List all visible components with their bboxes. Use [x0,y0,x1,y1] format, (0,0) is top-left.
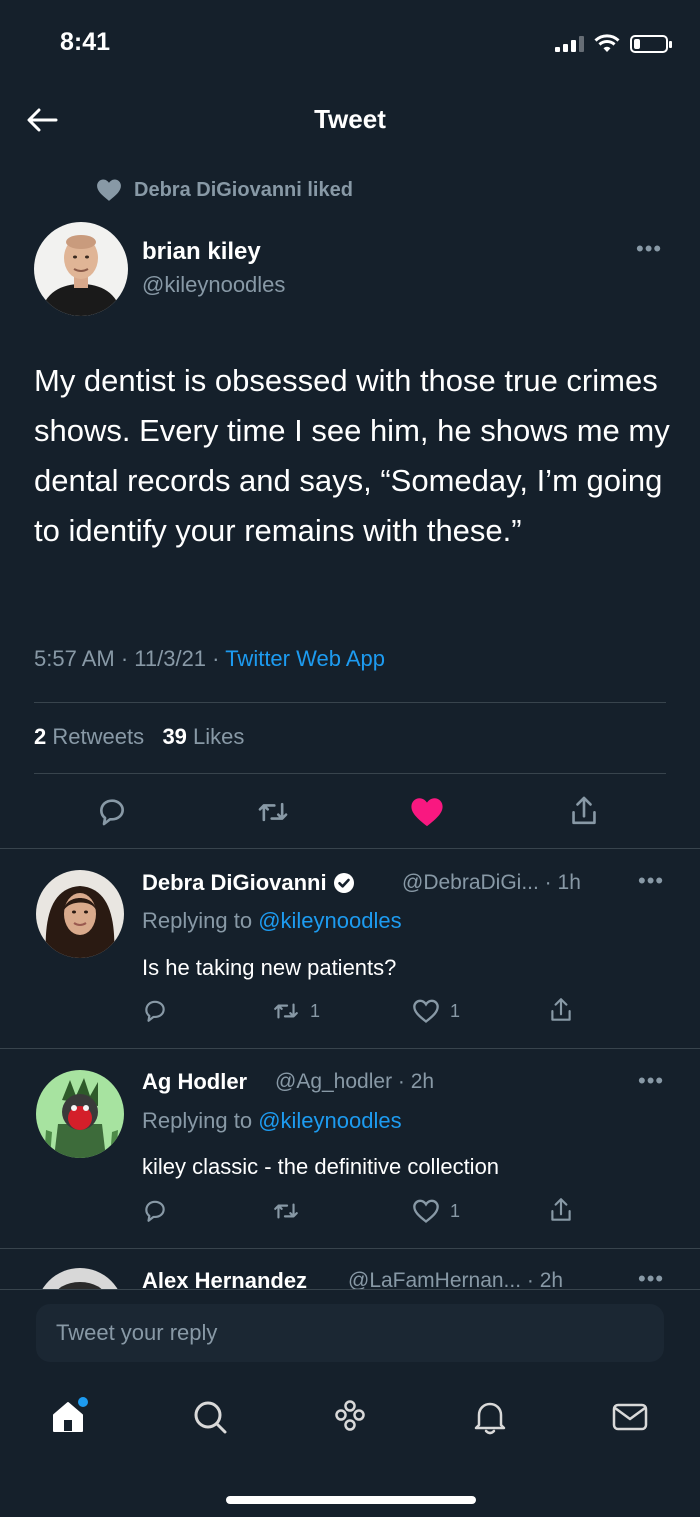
retweet-button[interactable]: 1 [272,998,320,1024]
divider [34,702,666,703]
verified-badge-icon [333,873,354,893]
status-time: 8:41 [60,28,111,56]
heart-icon [97,179,121,201]
home-indicator[interactable] [226,1496,476,1504]
author-handle[interactable]: @kileynoodles [142,272,285,298]
reply-button[interactable] [142,1198,168,1224]
notifications-icon [474,1402,506,1435]
reply-author-name[interactable]: Ag Hodler [142,1069,247,1095]
share-icon [572,796,596,825]
divider [0,1048,700,1049]
divider [0,1248,700,1249]
search-icon [194,1401,227,1434]
status-icons [555,34,672,54]
tweet-meta: 5:57 AM · 11/3/21 · Twitter Web App [34,646,385,672]
avatar[interactable] [36,870,124,958]
replying-to: Replying to @kileynoodles [142,908,402,933]
social-context[interactable]: Debra DiGiovanni liked [96,178,353,202]
divider [0,848,700,849]
divider [34,773,666,774]
reply-text: kiley classic - the definitive collectio… [142,1154,500,1179]
share-button[interactable] [548,996,574,1024]
spaces-tab[interactable] [328,1395,372,1439]
reply-meta: @DebraDiGi... · 1h [402,871,581,894]
retweet-icon [258,802,288,822]
retweets-stat[interactable]: 2 Retweets [34,724,144,749]
author-name[interactable]: brian kiley [142,238,261,266]
reply-meta: @Ag_hodler · 2h [275,1070,435,1093]
like-button[interactable]: 1 [412,998,460,1024]
tweet-timestamp: 5:57 AM · 11/3/21 · [34,646,226,671]
reply-text: Is he taking new patients? [142,955,397,980]
reply-button[interactable] [96,796,128,828]
likes-count: 39 [162,724,187,749]
replying-to: Replying to @kileynoodles [142,1108,402,1133]
retweet-icon [274,1003,298,1019]
reply-icon [145,1200,165,1222]
cellular-signal-icon [555,36,584,52]
avatar[interactable] [36,1268,124,1290]
more-options-icon[interactable]: ••• [638,1266,664,1290]
reply-meta: @LaFamHernan... · 2h [348,1269,564,1290]
mention-link[interactable]: @kileynoodles [258,1108,401,1133]
status-bar: 8:41 [0,0,700,90]
reply-tweet[interactable]: Alex Hernandez @LaFamHernan... · 2h ••• [0,1252,700,1290]
messages-tab[interactable] [608,1395,652,1439]
reply-input[interactable] [36,1304,664,1362]
reply-icon [100,799,124,826]
messages-icon [612,1403,648,1431]
like-icon [413,999,439,1023]
like-button[interactable]: 1 [412,1198,460,1224]
mention-link[interactable]: @kileynoodles [258,908,401,933]
header: Tweet [0,90,700,150]
page-title: Tweet [314,104,386,134]
avatar[interactable] [36,1070,124,1158]
like-icon [411,798,443,827]
retweet-button[interactable] [272,1198,310,1224]
retweet-count: 1 [310,1000,321,1021]
tweet-source-link[interactable]: Twitter Web App [225,646,385,671]
more-options-icon[interactable]: ••• [638,868,664,894]
home-tab[interactable] [46,1395,90,1439]
tweet-text: My dentist is obsessed with those true c… [34,363,670,548]
liked-by-text: Debra DiGiovanni liked [134,178,353,201]
tweet-stats: 2 Retweets 39 Likes [34,724,244,750]
retweet-icon [274,1203,298,1219]
reply-author-name[interactable]: Debra DiGiovanni [142,870,355,896]
reply-button[interactable] [142,998,168,1024]
avatar[interactable] [34,222,128,316]
share-icon [551,1198,571,1221]
retweet-button[interactable] [256,796,290,828]
home-icon [53,1397,88,1432]
search-tab[interactable] [188,1395,232,1439]
likes-label: Likes [193,724,245,749]
spaces-icon [335,1400,365,1431]
like-button[interactable] [410,796,444,828]
divider [0,1289,700,1290]
retweets-label: Retweets [52,724,145,749]
more-options-icon[interactable]: ••• [636,236,662,262]
share-button[interactable] [568,794,600,828]
likes-stat[interactable]: 39 Likes [162,724,244,749]
like-count: 1 [450,1200,461,1221]
more-options-icon[interactable]: ••• [638,1068,664,1094]
share-icon [551,998,571,1021]
battery-icon [630,35,672,53]
share-button[interactable] [548,1196,574,1224]
like-icon [413,1199,439,1223]
reply-author-name[interactable]: Alex Hernandez [142,1268,307,1290]
wifi-icon [594,34,620,52]
retweets-count: 2 [34,724,47,749]
notifications-tab[interactable] [468,1395,512,1439]
reply-icon [145,1000,165,1022]
like-count: 1 [450,1000,461,1021]
